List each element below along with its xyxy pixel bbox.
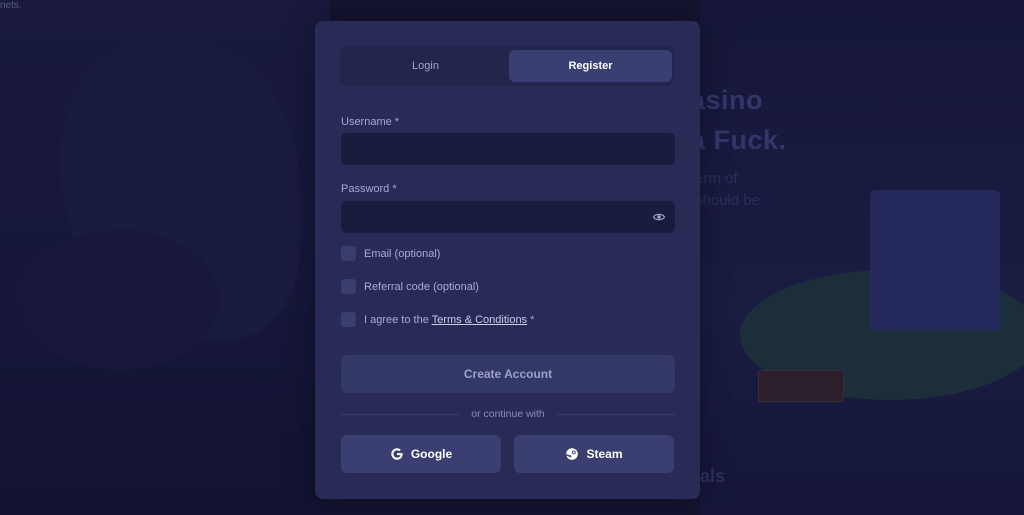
steam-icon: [566, 448, 579, 460]
referral-option-row: Referral code (optional): [341, 279, 479, 294]
tab-register[interactable]: Register: [509, 50, 672, 82]
create-account-button[interactable]: Create Account: [341, 355, 675, 393]
divider-line-right: [556, 413, 676, 415]
divider: or continue with: [341, 407, 676, 421]
hero-subtitle-line2: should be: [695, 192, 761, 209]
terms-link[interactable]: Terms & Conditions: [432, 314, 527, 326]
password-label: Password *: [341, 183, 397, 195]
background-left-art: nets.: [0, 0, 330, 515]
google-button[interactable]: Google: [341, 435, 501, 473]
username-label: Username *: [341, 116, 400, 128]
tab-login[interactable]: Login: [344, 50, 507, 82]
terms-suffix: *: [527, 313, 535, 326]
terms-prefix: I agree to the: [364, 313, 432, 326]
hero-subtitle-line1: erm of: [695, 170, 738, 187]
google-label: Google: [410, 447, 453, 461]
terms-row: I agree to the Terms & Conditions *: [341, 312, 534, 327]
email-option-row: Email (optional): [341, 246, 440, 261]
background-shape: [20, 230, 220, 370]
referral-checkbox[interactable]: [341, 279, 356, 294]
auth-tabs: Login Register: [340, 46, 674, 86]
divider-line-left: [341, 413, 460, 415]
background-sign: [758, 370, 844, 402]
background-castle: [870, 190, 1000, 330]
hero-title-line1: asino: [690, 85, 764, 115]
divider-text: or continue with: [471, 408, 545, 420]
background-bottom-text: als: [700, 466, 726, 486]
steam-label: Steam: [586, 447, 623, 461]
google-icon: [391, 448, 403, 460]
background-right-art: asino a Fuck. erm of should be als: [690, 0, 1024, 515]
terms-checkbox[interactable]: [341, 312, 356, 327]
hero-title-line2: a Fuck.: [690, 125, 787, 155]
steam-button[interactable]: Steam: [514, 435, 674, 473]
email-checkbox[interactable]: [341, 246, 356, 261]
terms-label: I agree to the Terms & Conditions *: [364, 314, 534, 326]
auth-modal: Login Register Username * Password * Ema…: [315, 21, 700, 499]
email-option-label: Email (optional): [364, 247, 441, 260]
eye-icon[interactable]: [653, 211, 665, 223]
referral-option-label: Referral code (optional): [364, 280, 479, 293]
username-input[interactable]: [341, 133, 675, 165]
background-top-note: nets.: [0, 0, 22, 11]
password-input[interactable]: [341, 201, 675, 233]
